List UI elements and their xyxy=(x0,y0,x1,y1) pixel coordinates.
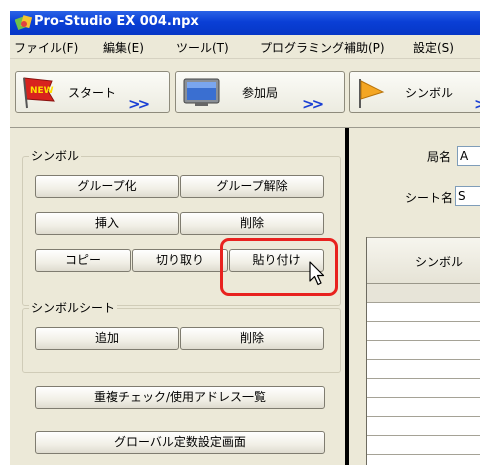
left-panel: シンボル グループ化 グループ解除 挿入 削除 コピー 切り取り 貼り付け シン… xyxy=(10,128,345,465)
station-name-field[interactable]: A xyxy=(457,146,480,166)
symbol-sheet-group-legend: シンボルシート xyxy=(29,301,118,315)
add-sheet-button[interactable]: 追加 xyxy=(35,327,179,350)
start-label: スタート xyxy=(68,86,117,100)
mouse-pointer-icon xyxy=(309,261,325,286)
toolbar: NEW スタート >> 参加局 >> シンボル > xyxy=(10,59,480,128)
symbol-button[interactable]: シンボル > xyxy=(349,71,480,113)
symbol-group-legend: シンボル xyxy=(29,149,82,163)
table-row[interactable] xyxy=(367,436,480,455)
station-label: 参加局 xyxy=(242,86,279,100)
flag-icon xyxy=(359,79,385,108)
global-constant-button[interactable]: グローバル定数設定画面 xyxy=(35,431,325,454)
duplicate-check-button[interactable]: 重複チェック/使用アドレス一覧 xyxy=(35,386,325,409)
station-name-label: 局名 xyxy=(427,150,452,164)
chevron-right-icon: >> xyxy=(302,95,324,113)
delete-button[interactable]: 削除 xyxy=(180,212,324,235)
symbol-label: シンボル xyxy=(405,86,454,100)
table-row[interactable] xyxy=(367,398,480,417)
table-row[interactable] xyxy=(367,417,480,436)
menu-programming-aid[interactable]: プログラミング補助(P) xyxy=(260,39,385,56)
sheet-name-label: シート名 xyxy=(405,191,454,205)
station-button[interactable]: 参加局 >> xyxy=(175,71,345,113)
monitor-icon xyxy=(183,78,220,106)
grid-header[interactable]: シンボル xyxy=(367,237,480,284)
new-flag-icon: NEW xyxy=(23,77,55,109)
table-row[interactable] xyxy=(367,284,480,303)
start-button[interactable]: NEW スタート >> xyxy=(15,71,170,113)
sheet-name-field[interactable]: S xyxy=(455,186,480,206)
menu-tools[interactable]: ツール(T) xyxy=(176,39,229,56)
table-row[interactable] xyxy=(367,303,480,322)
new-badge-text: NEW xyxy=(30,86,54,96)
cut-button[interactable]: 切り取り xyxy=(132,249,228,272)
chevron-right-icon: > xyxy=(474,95,480,113)
menu-edit[interactable]: 編集(E) xyxy=(103,39,144,56)
insert-button[interactable]: 挿入 xyxy=(35,212,179,235)
menu-file[interactable]: ファイル(F) xyxy=(14,39,78,56)
copy-button[interactable]: コピー xyxy=(35,249,131,272)
window-title: Pro-Studio EX 004.npx xyxy=(34,14,199,29)
menu-settings[interactable]: 設定(S) xyxy=(413,39,454,56)
menu-bar: ファイル(F) 編集(E) ツール(T) プログラミング補助(P) 設定(S) xyxy=(10,35,480,59)
table-row[interactable] xyxy=(367,341,480,360)
symbol-grid[interactable]: シンボル xyxy=(366,237,480,465)
delete-sheet-button[interactable]: 削除 xyxy=(180,327,324,350)
grid-header-label: シンボル xyxy=(415,255,464,269)
table-row[interactable] xyxy=(367,379,480,398)
table-row[interactable] xyxy=(367,322,480,341)
group-button[interactable]: グループ化 xyxy=(35,175,179,198)
table-row[interactable] xyxy=(367,360,480,379)
title-bar: Pro-Studio EX 004.npx xyxy=(10,11,480,35)
app-icon xyxy=(15,15,32,31)
chevron-right-icon: >> xyxy=(128,95,150,113)
ungroup-button[interactable]: グループ解除 xyxy=(180,175,324,198)
